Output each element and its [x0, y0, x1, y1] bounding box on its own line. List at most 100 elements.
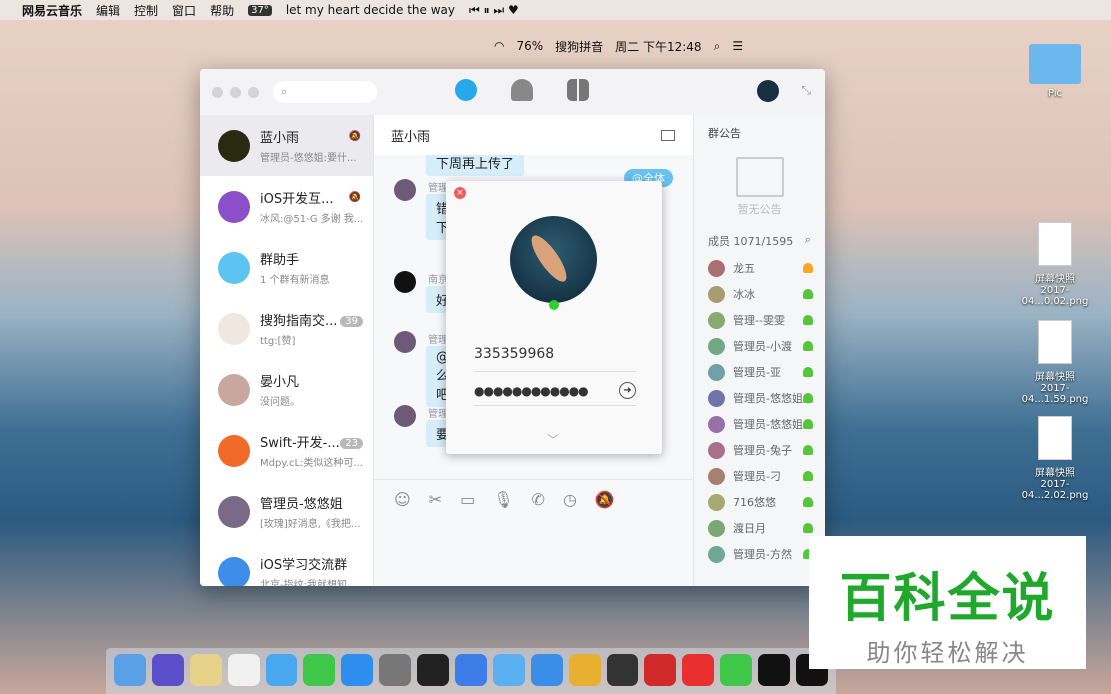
password-input[interactable]: ●●●●●●●●●●●● ➜	[474, 376, 636, 406]
folder-icon[interactable]: ▭	[460, 490, 475, 509]
clock[interactable]: 周二 下午12:48	[615, 38, 701, 55]
member-item[interactable]: 龙五	[694, 255, 825, 281]
phone-icon[interactable]: ✆	[532, 490, 545, 509]
member-item[interactable]: 管理员-兔子	[694, 437, 825, 463]
menu-help[interactable]: 帮助	[210, 2, 234, 19]
dock-app-icon[interactable]	[151, 654, 184, 686]
member-avatar	[708, 285, 725, 303]
close-icon[interactable]: ×	[454, 187, 466, 199]
dock-app-icon[interactable]	[682, 654, 715, 686]
member-item[interactable]: 716悠悠	[694, 489, 825, 515]
member-role-icon	[803, 445, 813, 455]
search-input[interactable]: ⌕	[273, 81, 377, 103]
dock-app-icon[interactable]	[265, 654, 298, 686]
desktop-file[interactable]: 屏幕快照 2017-04...0.02.png	[1010, 222, 1100, 307]
dock-app-icon[interactable]	[492, 654, 525, 686]
conversation-item[interactable]: 管理员-悠悠姐 [玫瑰]好消息,《我把...	[200, 481, 373, 542]
conversation-item[interactable]: Swift-开发-... Mdpy.cL:类似这种可... 23	[200, 420, 373, 481]
conversation-item[interactable]: 晏小凡 没问题。	[200, 359, 373, 420]
spotlight-icon[interactable]: ⌕	[714, 39, 721, 54]
member-item[interactable]: 管理--雯雯	[694, 307, 825, 333]
dock-app-icon[interactable]	[720, 654, 753, 686]
avatar	[218, 556, 250, 586]
emoji-icon[interactable]: ☺	[394, 490, 411, 509]
zoom-button[interactable]	[248, 86, 259, 98]
member-item[interactable]: 管理员-悠悠姐	[694, 385, 825, 411]
temperature-indicator[interactable]: 37°	[248, 4, 272, 16]
member-count: 成员 1071/1595	[708, 235, 794, 248]
dock-app-icon[interactable]	[417, 654, 450, 686]
dock-app-icon[interactable]	[606, 654, 639, 686]
wifi-icon[interactable]: ◠	[494, 39, 504, 53]
member-item[interactable]: 管理员-小渡	[694, 333, 825, 359]
member-name: 冰冰	[733, 288, 755, 301]
conversation-preview: 冰风:@51-G 多谢 我...	[260, 214, 364, 225]
dock-app-icon[interactable]	[303, 654, 336, 686]
menu-window[interactable]: 窗口	[172, 2, 196, 19]
desktop-file[interactable]: 屏幕快照 2017-04...2.02.png	[1010, 416, 1100, 501]
tab-contacts-icon[interactable]	[511, 79, 533, 101]
conversation-item[interactable]: 蓝小雨 管理员-悠悠姐:要什... 🔕	[200, 115, 373, 176]
dock-app-icon[interactable]	[379, 654, 412, 686]
member-avatar	[708, 363, 725, 381]
chevron-down-icon[interactable]: ﹀	[547, 431, 559, 448]
microphone-icon[interactable]: 🎙	[493, 490, 513, 509]
dock-app-icon[interactable]	[189, 654, 222, 686]
dock-app-icon[interactable]	[568, 654, 601, 686]
member-item[interactable]: 管理员-悠悠姐	[694, 411, 825, 437]
dock	[106, 648, 836, 694]
folder-icon[interactable]	[661, 129, 675, 141]
member-item[interactable]: 渡日月	[694, 515, 825, 541]
member-role-icon	[803, 263, 813, 273]
history-icon[interactable]: ◷	[563, 490, 577, 509]
member-item[interactable]: 管理员-亚	[694, 359, 825, 385]
announcement-title: 群公告	[708, 127, 741, 140]
dock-app-icon[interactable]	[114, 654, 146, 686]
member-item[interactable]: 管理员-刁	[694, 463, 825, 489]
dock-app-icon[interactable]	[530, 654, 563, 686]
dock-app-icon[interactable]	[455, 654, 487, 686]
user-avatar[interactable]	[757, 80, 779, 102]
input-method[interactable]: 搜狗拼音	[555, 38, 603, 55]
menu-edit[interactable]: 编辑	[96, 2, 120, 19]
playback-controls-icon[interactable]: ⏮ ⏸ ⏭ ♥	[469, 3, 519, 18]
conversation-item[interactable]: iOS开发互... 冰风:@51-G 多谢 我... 🔕	[200, 176, 373, 237]
login-dialog: × 335359968 ●●●●●●●●●●●● ➜ ﹀	[446, 181, 662, 454]
dock-app-icon[interactable]	[758, 654, 791, 686]
member-avatar	[708, 337, 725, 355]
conversation-preview: 北京-指纹:我就想知...	[260, 580, 357, 586]
member-item[interactable]: 冰冰	[694, 281, 825, 307]
login-arrow-button[interactable]: ➜	[619, 382, 636, 399]
tab-apps-icon[interactable]	[567, 79, 589, 101]
member-search-icon[interactable]: ⌕	[805, 233, 811, 249]
account-input[interactable]: 335359968	[474, 346, 636, 372]
battery-status[interactable]: 76%	[516, 39, 543, 53]
notification-center-icon[interactable]: ☰	[732, 39, 743, 53]
member-role-icon	[803, 419, 813, 429]
dock-app-icon[interactable]	[644, 654, 677, 686]
conversation-item[interactable]: iOS学习交流群 北京-指纹:我就想知...	[200, 542, 373, 586]
minimize-button[interactable]	[230, 86, 241, 98]
desktop-file[interactable]: 屏幕快照 2017-04...1.59.png	[1010, 320, 1100, 405]
menu-app-name[interactable]: 网易云音乐	[22, 2, 82, 19]
dock-app-icon[interactable]	[227, 654, 260, 686]
no-announcement-text: 暂无公告	[737, 203, 782, 216]
tab-messages-icon[interactable]	[455, 79, 477, 101]
dock-app-icon[interactable]	[341, 654, 374, 686]
scissors-icon[interactable]: ✂	[429, 490, 442, 509]
member-item[interactable]: 管理员-方然	[694, 541, 825, 567]
member-role-icon	[803, 471, 813, 481]
member-avatar	[708, 441, 725, 459]
close-window-button[interactable]	[212, 86, 223, 98]
conversation-item[interactable]: 群助手 1 个群有新消息	[200, 237, 373, 298]
sender-avatar	[394, 179, 416, 201]
desktop-folder-pic[interactable]: Pic	[1010, 44, 1100, 99]
now-playing-song[interactable]: let my heart decide the way	[286, 3, 455, 17]
bell-off-icon[interactable]: 🔕	[595, 490, 615, 509]
conversation-item[interactable]: 搜狗指南交... ttg:[赞] 39	[200, 298, 373, 359]
member-role-icon	[803, 497, 813, 507]
menu-control[interactable]: 控制	[134, 2, 158, 19]
collapse-icon[interactable]: ⤡	[801, 83, 811, 98]
member-name: 管理员-兔子	[733, 444, 792, 457]
kayak-image	[525, 230, 573, 287]
